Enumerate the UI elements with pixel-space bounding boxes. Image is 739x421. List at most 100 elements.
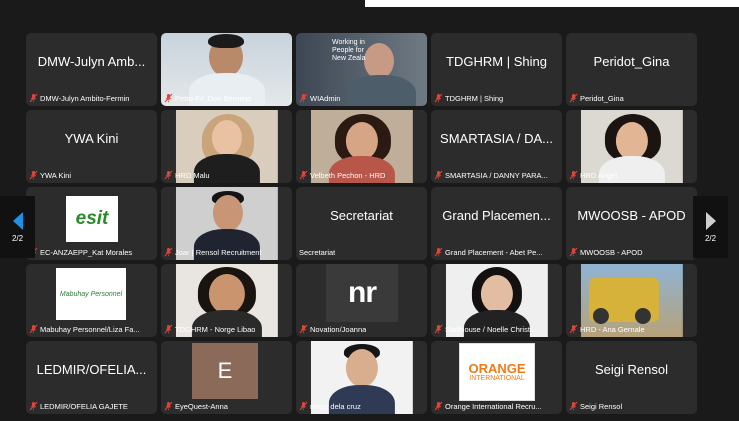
muted-mic-icon	[569, 247, 578, 257]
participant-label: Mabuhay Personnel/Liza Fa...	[29, 324, 153, 334]
participant-name: renzy dela cruz	[310, 401, 361, 411]
muted-mic-icon	[164, 93, 173, 103]
chevron-left-icon	[12, 212, 23, 230]
participant-name: WIAdmin	[310, 93, 341, 103]
participant-name: Petro-Fil_Don Bermejo	[175, 93, 252, 103]
participant-name-large: TDGHRM | Shing	[446, 54, 547, 69]
muted-mic-icon	[29, 170, 38, 180]
muted-mic-icon	[569, 401, 578, 411]
participant-tile[interactable]: TDGHRM - Norge Libao	[161, 264, 292, 337]
participant-label: renzy dela cruz	[299, 401, 423, 411]
company-logo: Mabuhay Personnel	[56, 268, 126, 320]
muted-mic-icon	[569, 93, 578, 103]
participant-label: HRD - Ana Gernale	[569, 324, 693, 334]
participant-name: DMW-Julyn Ambito-Fermin	[40, 93, 130, 103]
participant-tile[interactable]: SMARTASIA / DA... SMARTASIA / DANNY PARA…	[431, 110, 562, 183]
muted-mic-icon	[299, 170, 308, 180]
participant-label: Secretariat	[299, 248, 423, 257]
participant-label: HRD Angel	[569, 170, 693, 180]
participant-tile[interactable]: Grand Placemen... Grand Placement - Abet…	[431, 187, 562, 260]
page-indicator: 2/2	[704, 234, 717, 243]
muted-mic-icon	[29, 324, 38, 334]
participant-tile[interactable]: HRD Angel	[566, 110, 697, 183]
participant-label: LEDMIR/OFELIA GAJETE	[29, 401, 153, 411]
participant-tile[interactable]: Mabuhay Personnel Mabuhay Personnel/Liza…	[26, 264, 157, 337]
logo-subtext: INTERNATIONAL	[469, 374, 525, 382]
participant-tile[interactable]: esit EC-ANZAEPP_Kat Morales	[26, 187, 157, 260]
participant-tile[interactable]: Seigi Rensol Seigi Rensol	[566, 341, 697, 414]
muted-mic-icon	[434, 93, 443, 103]
participant-label: Velbeth Pechon - HRD	[299, 170, 423, 180]
participant-name: LEDMIR/OFELIA GAJETE	[40, 401, 128, 411]
logo-text: ORANGE	[468, 360, 526, 376]
muted-mic-icon	[164, 324, 173, 334]
participant-tile[interactable]: Joar | Rensol Recruitment	[161, 187, 292, 260]
participant-tile[interactable]: Petro-Fil_Don Bermejo	[161, 33, 292, 106]
participant-name: Orange International Recru...	[445, 401, 542, 411]
participant-tile[interactable]: TDGHRM | Shing TDGHRM | Shing	[431, 33, 562, 106]
participant-name: YWA Kini	[40, 170, 71, 180]
muted-mic-icon	[569, 324, 578, 334]
participant-name-large: LEDMIR/OFELIA...	[36, 362, 147, 377]
participant-name-large: Seigi Rensol	[595, 362, 668, 377]
top-white-strip	[365, 0, 739, 7]
participant-name: Seigi Rensol	[580, 401, 623, 411]
avatar: E	[192, 343, 258, 399]
muted-mic-icon	[569, 170, 578, 180]
participant-tile[interactable]: MWOOSB - APOD MWOOSB - APOD	[566, 187, 697, 260]
participant-label: DMW-Julyn Ambito-Fermin	[29, 93, 153, 103]
participant-name: EyeQuest-Anna	[175, 401, 228, 411]
participant-label: Peridot_Gina	[569, 93, 693, 103]
participant-name-large: YWA Kini	[64, 131, 119, 146]
muted-mic-icon	[434, 401, 443, 411]
participant-tile[interactable]: E EyeQuest-Anna	[161, 341, 292, 414]
participant-label: YWA Kini	[29, 170, 153, 180]
participant-label: HRD Malu	[164, 170, 288, 180]
muted-mic-icon	[29, 401, 38, 411]
participant-tile[interactable]: renzy dela cruz	[296, 341, 427, 414]
muted-mic-icon	[434, 170, 443, 180]
participant-name: Joar | Rensol Recruitment	[175, 247, 262, 257]
participant-label: MWOOSB - APOD	[569, 247, 693, 257]
participant-label: Novation/Joanna	[299, 324, 423, 334]
participant-name: EC-ANZAEPP_Kat Morales	[40, 247, 133, 257]
muted-mic-icon	[299, 324, 308, 334]
participant-name: TDGHRM | Shing	[445, 93, 504, 103]
participant-tile[interactable]: LEDMIR/OFELIA... LEDMIR/OFELIA GAJETE	[26, 341, 157, 414]
participant-label: EC-ANZAEPP_Kat Morales	[29, 247, 153, 257]
participant-label: Petro-Fil_Don Bermejo	[164, 93, 288, 103]
participant-name: Velbeth Pechon - HRD	[310, 170, 386, 180]
participant-label: Staffhouse / Noelle Christi...	[434, 324, 558, 334]
muted-mic-icon	[434, 324, 443, 334]
participant-tile[interactable]: YWA Kini YWA Kini	[26, 110, 157, 183]
muted-mic-icon	[299, 401, 308, 411]
previous-page-button[interactable]: 2/2	[0, 196, 35, 258]
participant-tile[interactable]: Velbeth Pechon - HRD	[296, 110, 427, 183]
participant-name: Staffhouse / Noelle Christi...	[445, 324, 538, 334]
participant-name: HRD Malu	[175, 170, 210, 180]
participant-tile[interactable]: HRD Malu	[161, 110, 292, 183]
muted-mic-icon	[164, 170, 173, 180]
participant-tile[interactable]: nr Novation/Joanna	[296, 264, 427, 337]
participant-label: Joar | Rensol Recruitment	[164, 247, 288, 257]
participant-name-large: Secretariat	[330, 208, 393, 223]
participant-label: Orange International Recru...	[434, 401, 558, 411]
participant-tile[interactable]: DMW-Julyn Amb... DMW-Julyn Ambito-Fermin	[26, 33, 157, 106]
participant-tile[interactable]: ORANGE INTERNATIONAL Orange Internationa…	[431, 341, 562, 414]
participant-name: Novation/Joanna	[310, 324, 367, 334]
participant-tile[interactable]: HRD - Ana Gernale	[566, 264, 697, 337]
participant-tile[interactable]: Secretariat Secretariat	[296, 187, 427, 260]
participant-name: Peridot_Gina	[580, 93, 624, 103]
participant-tile[interactable]: Working in People for New Zeala WIAdmin	[296, 33, 427, 106]
company-logo: nr	[326, 264, 398, 322]
company-logo: ORANGE INTERNATIONAL	[459, 343, 535, 401]
next-page-button[interactable]: 2/2	[693, 196, 728, 258]
company-logo: esit	[66, 196, 118, 242]
participant-label: EyeQuest-Anna	[164, 401, 288, 411]
participant-name: Secretariat	[299, 248, 336, 257]
participant-tile[interactable]: Peridot_Gina Peridot_Gina	[566, 33, 697, 106]
participant-name-large: Grand Placemen...	[442, 208, 551, 223]
participant-name-large: Peridot_Gina	[593, 54, 670, 69]
participant-label: Seigi Rensol	[569, 401, 693, 411]
participant-tile[interactable]: Staffhouse / Noelle Christi...	[431, 264, 562, 337]
